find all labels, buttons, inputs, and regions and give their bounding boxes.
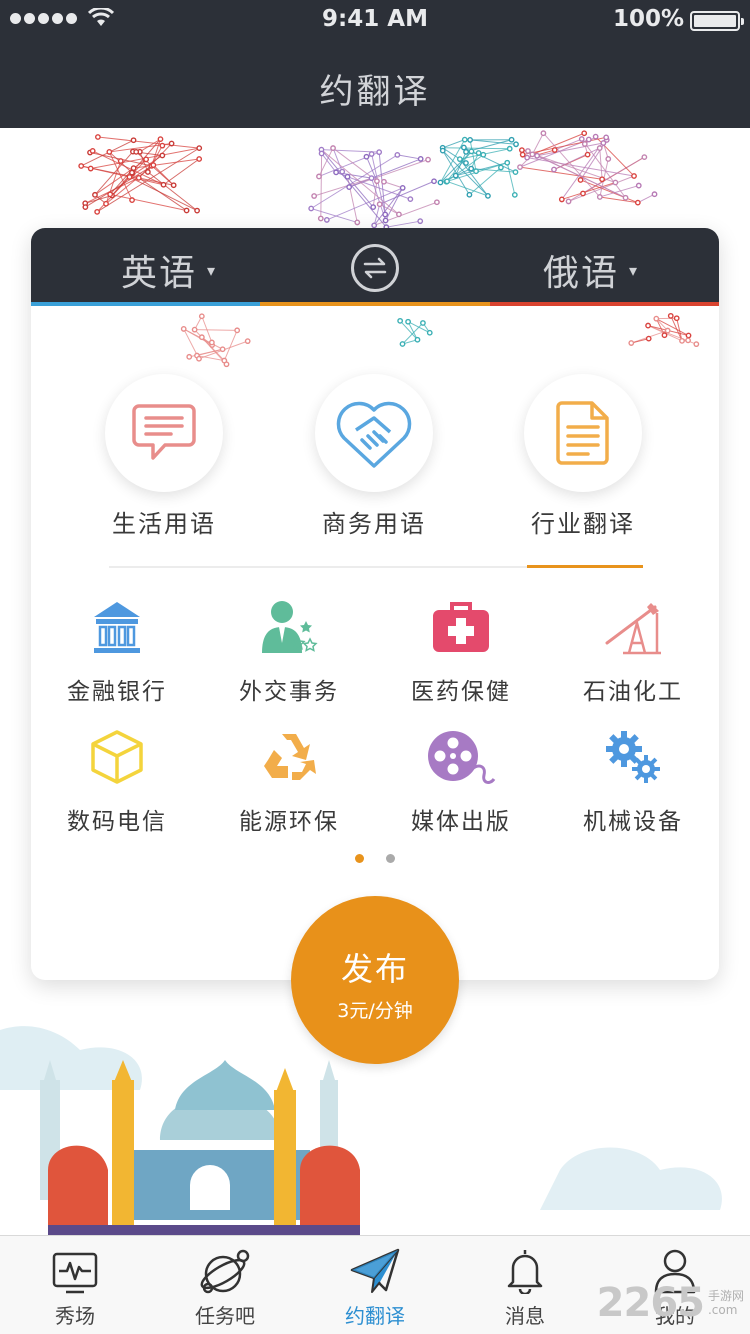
industry-petrochemical[interactable]: 石油化工 bbox=[547, 596, 719, 706]
watermark-site: 手游网 bbox=[707, 1289, 744, 1303]
caret-down-icon: ▾ bbox=[629, 260, 640, 280]
pulse-monitor-icon bbox=[0, 1236, 150, 1294]
target-language-label: 俄语 bbox=[543, 253, 620, 294]
target-language-dropdown[interactable]: 俄语 ▾ bbox=[543, 244, 639, 296]
publish-button[interactable]: 发布 3元/分钟 bbox=[291, 896, 459, 1064]
category-daily-phrases[interactable]: 生活用语 bbox=[69, 374, 259, 539]
film-reel-icon bbox=[375, 726, 547, 788]
status-bar: 9:41 AM 100% bbox=[0, 0, 750, 40]
industry-label: 金融银行 bbox=[67, 679, 167, 705]
publish-price: 3元/分钟 bbox=[337, 1000, 413, 1022]
watermark-text: 手游网 .com bbox=[708, 1289, 744, 1317]
category-label: 行业翻译 bbox=[531, 510, 635, 538]
tab-messages[interactable]: 消息 bbox=[450, 1236, 600, 1334]
oil-rig-icon bbox=[547, 596, 719, 658]
category-industry-translation[interactable]: 行业翻译 bbox=[488, 374, 678, 539]
medical-kit-icon bbox=[375, 596, 547, 658]
industry-finance-banking[interactable]: 金融银行 bbox=[31, 596, 203, 706]
page-title: 约翻译 bbox=[319, 72, 431, 112]
watermark-domain: .com bbox=[707, 1303, 738, 1317]
tab-label: 消息 bbox=[505, 1304, 545, 1328]
publish-label: 发布 bbox=[340, 950, 409, 988]
language-selector-bar: 英语 ▾ 俄语 ▾ bbox=[31, 228, 719, 306]
tab-label: 约翻译 bbox=[345, 1304, 405, 1328]
tab-showcase[interactable]: 秀场 bbox=[0, 1236, 150, 1334]
bank-icon bbox=[31, 596, 203, 658]
active-category-indicator bbox=[527, 565, 643, 568]
page-indicator bbox=[31, 854, 719, 863]
planet-icon bbox=[150, 1236, 300, 1294]
category-label: 生活用语 bbox=[112, 510, 216, 538]
watermark-logo: 2265 手游网 .com bbox=[597, 1280, 744, 1326]
battery-percentage: 100% bbox=[612, 6, 684, 32]
page-dot-active[interactable] bbox=[355, 854, 364, 863]
industry-machinery[interactable]: 机械设备 bbox=[547, 726, 719, 836]
industry-label: 医药保健 bbox=[411, 679, 511, 705]
page-dot[interactable] bbox=[386, 854, 395, 863]
industry-media-publishing[interactable]: 媒体出版 bbox=[375, 726, 547, 836]
handshake-icon bbox=[315, 374, 433, 492]
swap-languages-button[interactable] bbox=[351, 244, 399, 292]
cube-icon bbox=[31, 726, 203, 788]
industry-foreign-affairs[interactable]: 外交事务 bbox=[203, 596, 375, 706]
industry-medical-health[interactable]: 医药保健 bbox=[375, 596, 547, 706]
caret-down-icon: ▾ bbox=[207, 260, 218, 280]
swap-arrows-icon bbox=[363, 257, 387, 279]
battery-icon bbox=[690, 11, 744, 31]
paper-plane-icon bbox=[300, 1236, 450, 1294]
industry-label: 石油化工 bbox=[583, 679, 683, 705]
industry-energy-environment[interactable]: 能源环保 bbox=[203, 726, 375, 836]
industry-label: 外交事务 bbox=[239, 679, 339, 705]
color-stripe bbox=[31, 302, 719, 306]
industry-label: 数码电信 bbox=[67, 809, 167, 835]
bell-icon bbox=[450, 1236, 600, 1294]
document-icon bbox=[524, 374, 642, 492]
top-bar: 9:41 AM 100% 约翻译 bbox=[0, 0, 750, 128]
category-divider bbox=[109, 565, 643, 568]
tab-translate[interactable]: 约翻译 bbox=[300, 1236, 450, 1334]
industry-label: 机械设备 bbox=[583, 809, 683, 835]
category-label: 商务用语 bbox=[322, 510, 426, 538]
gears-icon bbox=[547, 726, 719, 788]
tab-label: 秀场 bbox=[55, 1304, 95, 1328]
chat-bubble-icon bbox=[105, 374, 223, 492]
source-language-label: 英语 bbox=[121, 253, 198, 294]
industry-digital-telecom[interactable]: 数码电信 bbox=[31, 726, 203, 836]
source-language-dropdown[interactable]: 英语 ▾ bbox=[121, 244, 217, 296]
industry-label: 能源环保 bbox=[239, 809, 339, 835]
category-business-phrases[interactable]: 商务用语 bbox=[279, 374, 469, 539]
diplomat-icon bbox=[203, 596, 375, 658]
industry-label: 媒体出版 bbox=[411, 809, 511, 835]
tab-tasks[interactable]: 任务吧 bbox=[150, 1236, 300, 1334]
translation-card: 英语 ▾ 俄语 ▾ 生活用语 商务用语 行业翻译 金融银行 外交事务 医药保健 … bbox=[31, 228, 719, 980]
watermark-number: 2265 bbox=[596, 1280, 705, 1326]
tab-label: 任务吧 bbox=[195, 1304, 255, 1328]
recycle-icon bbox=[203, 726, 375, 788]
